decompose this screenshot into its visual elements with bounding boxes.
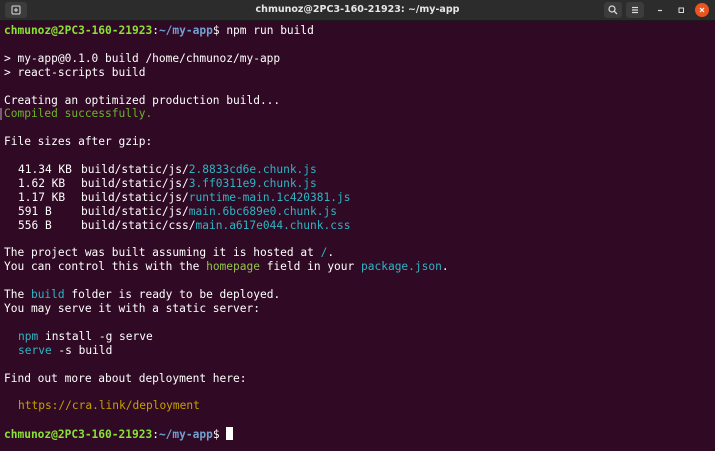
file-name: 2.8833cd6e.chunk.js	[188, 163, 317, 176]
serve-args: -s build	[51, 344, 113, 357]
text-cursor	[226, 427, 234, 440]
ready-text: The	[4, 288, 31, 301]
output-line: > my-app@0.1.0 build /home/chmunoz/my-ap…	[4, 52, 281, 65]
search-button[interactable]	[604, 2, 622, 18]
serve-command-line: npm install -g serve	[18, 330, 153, 344]
file-size-row: 591 B build/static/js/main.6bc689e0.chunk…	[18, 205, 337, 219]
serve-command-line: serve -s build	[18, 344, 112, 358]
hosted-line: The project was built assuming it is hos…	[4, 246, 334, 260]
npm-keyword: npm	[18, 330, 39, 343]
hosted-period: .	[327, 246, 335, 259]
minimize-button[interactable]	[653, 3, 667, 17]
prompt-path: ~/my-app	[158, 428, 213, 441]
file-name: runtime-main.1c420381.js	[188, 191, 351, 204]
output-line: > react-scripts build	[4, 66, 146, 79]
file-name: 3.ff0311e9.chunk.js	[188, 177, 317, 190]
file-size: 41.34 KB	[18, 163, 72, 176]
search-icon	[608, 5, 618, 15]
control-line: You can control this with the homepage f…	[4, 260, 449, 274]
control-text: You can control this with the	[4, 260, 207, 273]
output-line: File sizes after gzip:	[4, 135, 153, 148]
close-button[interactable]	[695, 3, 709, 17]
prompt-line: chmunoz@2PC3-160-21923:~/my-app$ npm run…	[4, 24, 314, 38]
file-size: 1.17 KB	[18, 191, 66, 204]
compiled-success-line: Compiled successfully.	[4, 107, 153, 120]
output-line: You may serve it with a static server:	[4, 302, 260, 315]
hosted-text: The project was built assuming it is hos…	[4, 246, 321, 259]
output-line: Creating an optimized production build..…	[4, 94, 281, 107]
file-size-row: 556 B build/static/css/main.a617e044.chun…	[18, 219, 350, 233]
file-size-row: 1.62 KB build/static/js/3.ff0311e9.chunk.…	[18, 177, 317, 191]
hamburger-menu-icon	[632, 6, 638, 14]
file-size-row: 41.34 KB build/static/js/2.8833cd6e.chunk…	[18, 163, 317, 177]
maximize-button[interactable]	[674, 3, 688, 17]
prompt-sep: :	[152, 428, 159, 441]
file-size: 556 B	[18, 219, 52, 232]
file-dir: build/static/css/	[81, 219, 196, 232]
file-dir: build/static/js/	[81, 191, 189, 204]
ready-line: The build folder is ready to be deployed…	[4, 288, 280, 302]
prompt-symbol: $	[212, 24, 220, 37]
terminal-window: chmunoz@2PC3-160-21923: ~/my-app chmunoz…	[0, 0, 715, 451]
menu-button[interactable]	[626, 2, 644, 18]
file-dir: build/static/js/	[81, 205, 189, 218]
scrollbar[interactable]	[711, 21, 715, 451]
minimize-icon	[658, 9, 662, 12]
terminal-output[interactable]: chmunoz@2PC3-160-21923:~/my-app$ npm run…	[0, 21, 711, 451]
file-name: main.6bc689e0.chunk.js	[188, 205, 337, 218]
prompt-path: ~/my-app	[158, 24, 213, 37]
file-size: 1.62 KB	[18, 177, 66, 190]
file-size: 591 B	[18, 205, 52, 218]
file-size-row: 1.17 KB build/static/js/runtime-main.1c42…	[18, 191, 350, 205]
control-period: .	[441, 260, 449, 273]
file-dir: build/static/js/	[81, 163, 189, 176]
deployment-url-link[interactable]: https://cra.link/deployment	[18, 399, 200, 413]
prompt-sep: :	[152, 24, 159, 37]
file-dir: build/static/js/	[81, 177, 189, 190]
prompt-user-host: chmunoz@2PC3-160-21923	[4, 24, 153, 37]
build-keyword: build	[30, 288, 65, 301]
output-line: Find out more about deployment here:	[4, 372, 247, 385]
homepage-keyword: homepage	[206, 260, 260, 273]
prompt-symbol: $	[212, 428, 220, 441]
ready-text: folder is ready to be deployed.	[64, 288, 281, 301]
prompt-command: npm run build	[219, 24, 314, 37]
maximize-icon	[678, 7, 684, 13]
prompt-user-host: chmunoz@2PC3-160-21923	[4, 428, 153, 441]
title-bar: chmunoz@2PC3-160-21923: ~/my-app	[0, 0, 715, 21]
serve-keyword: serve	[18, 344, 52, 357]
control-text: field in your	[259, 260, 362, 273]
file-name: main.a617e044.chunk.css	[195, 219, 351, 232]
current-prompt-line[interactable]: chmunoz@2PC3-160-21923:~/my-app$	[4, 427, 234, 441]
close-icon	[699, 7, 705, 13]
package-json-keyword: package.json	[361, 260, 442, 273]
serve-install-args: install -g serve	[38, 330, 153, 343]
